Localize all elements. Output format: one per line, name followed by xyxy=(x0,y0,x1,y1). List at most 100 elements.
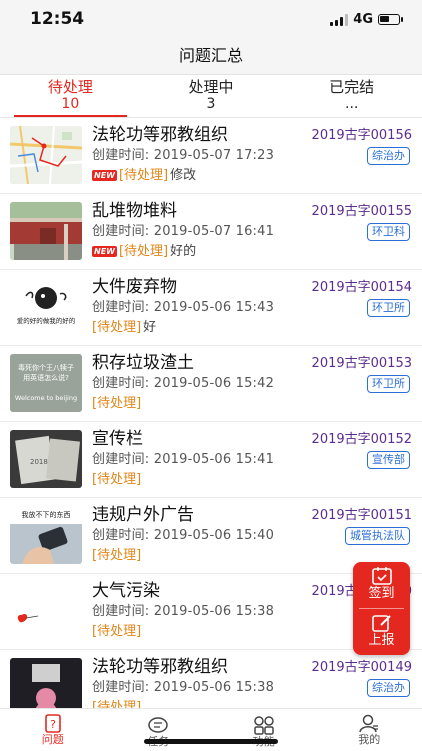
created-time: 创建时间: 2019-05-07 16:41 xyxy=(92,223,274,240)
created-label: 创建时间: xyxy=(92,680,149,695)
status-bar: 12:54 4G xyxy=(0,0,422,38)
created-value: 2019-05-07 16:41 xyxy=(154,224,274,239)
sign-in-button[interactable]: 签到 xyxy=(353,562,410,608)
tab-completed-count: ... xyxy=(281,96,422,113)
person-icon xyxy=(359,714,379,733)
nav-bar: 问题汇总 xyxy=(0,38,422,75)
list-item[interactable]: 法轮功等邪教组织 2019古字00149 创建时间: 2019-05-06 15… xyxy=(0,650,422,708)
created-value: 2019-05-07 17:23 xyxy=(154,148,274,163)
tab-in-progress-label: 处理中 xyxy=(141,78,282,96)
dept-badge: 环卫所 xyxy=(367,299,410,317)
status-indicators: 4G xyxy=(330,12,400,27)
thumbnail-text: 爱的好的做我的好的 xyxy=(17,316,76,325)
issue-code: 2019古字00152 xyxy=(312,431,412,448)
issue-thumbnail xyxy=(10,658,82,708)
issue-thumbnail: 我放不下的东西 xyxy=(10,506,82,564)
issue-title: 乱堆物堆料 xyxy=(92,200,177,222)
issue-code: 2019古字00149 xyxy=(312,659,412,676)
created-time: 创建时间: 2019-05-06 15:40 xyxy=(92,527,274,544)
nav-item-me[interactable]: 我的 xyxy=(317,709,422,751)
status-tag: [待处理] xyxy=(92,547,141,564)
tab-in-progress[interactable]: 处理中 3 xyxy=(141,75,282,117)
tab-pending-label: 待处理 xyxy=(0,78,141,96)
status-note: 好的 xyxy=(170,243,196,260)
task-chat-icon xyxy=(147,716,169,735)
bottom-nav: ? 问题 任务 功能 我的 xyxy=(0,708,422,751)
nav-item-tasks[interactable]: 任务 xyxy=(106,709,212,751)
issue-title: 大件废弃物 xyxy=(92,276,177,298)
created-time: 创建时间: 2019-05-06 15:43 xyxy=(92,299,274,316)
created-label: 创建时间: xyxy=(92,528,149,543)
issue-code: 2019古字00151 xyxy=(312,507,412,524)
dept-badge: 环卫科 xyxy=(367,223,410,241)
status-tag: [待处理] xyxy=(92,623,141,640)
dept-badge: 环卫所 xyxy=(367,375,410,393)
tab-pending-count: 10 xyxy=(0,96,141,113)
issue-thumbnail: 爱的好的做我的好的 xyxy=(10,278,82,336)
thumbnail-text: 2018 xyxy=(30,458,48,466)
list-item[interactable]: 乱堆物堆料 2019古字00155 创建时间: 2019-05-07 16:41… xyxy=(0,194,422,270)
issue-status: [待处理] xyxy=(92,547,141,564)
list-item[interactable]: 法轮功等邪教组织 2019古字00156 创建时间: 2019-05-07 17… xyxy=(0,118,422,194)
status-tag: [待处理] xyxy=(92,395,141,412)
issue-title: 法轮功等邪教组织 xyxy=(92,656,228,678)
issue-title: 法轮功等邪教组织 xyxy=(92,124,228,146)
issue-thumbnail xyxy=(10,582,82,640)
created-label: 创建时间: xyxy=(92,224,149,239)
issue-thumbnail xyxy=(10,202,82,260)
network-type: 4G xyxy=(353,12,373,27)
list-item[interactable]: 2018 宣传栏 2019古字00152 创建时间: 2019-05-06 15… xyxy=(0,422,422,498)
thumbnail-text: 毒死你个王八犊子 xyxy=(18,363,74,372)
thumbnail-text: Welcome to beijing xyxy=(15,394,77,402)
created-time: 创建时间: 2019-05-06 15:38 xyxy=(92,679,274,696)
issue-status: [待处理] xyxy=(92,623,141,640)
nav-item-issues[interactable]: ? 问题 xyxy=(0,709,106,751)
status-note: 好 xyxy=(143,319,156,336)
tab-completed[interactable]: 已完结 ... xyxy=(281,75,422,117)
status-time: 12:54 xyxy=(30,9,84,29)
page-title: 问题汇总 xyxy=(179,46,243,65)
tab-active-indicator xyxy=(14,115,127,117)
nav-item-functions[interactable]: 功能 xyxy=(211,709,317,751)
thumbnail-text: 用英语怎么说? xyxy=(23,373,69,382)
created-label: 创建时间: xyxy=(92,148,149,163)
dept-badge: 综治办 xyxy=(367,679,410,697)
tab-completed-label: 已完结 xyxy=(281,78,422,96)
dept-badge: 城管执法队 xyxy=(345,527,410,545)
created-label: 创建时间: xyxy=(92,376,149,391)
dept-badge: 综治办 xyxy=(367,147,410,165)
created-value: 2019-05-06 15:43 xyxy=(154,300,274,315)
created-time: 创建时间: 2019-05-06 15:42 xyxy=(92,375,274,392)
report-label: 上报 xyxy=(353,633,410,649)
home-indicator xyxy=(144,739,278,744)
created-value: 2019-05-06 15:40 xyxy=(154,528,274,543)
floating-action-panel: 签到 上报 xyxy=(353,562,410,655)
issue-code: 2019古字00155 xyxy=(312,203,412,220)
report-button[interactable]: 上报 xyxy=(353,609,410,655)
created-time: 创建时间: 2019-05-06 15:41 xyxy=(92,451,274,468)
list-item[interactable]: 毒死你个王八犊子 用英语怎么说? Welcome to beijing 积存垃圾… xyxy=(0,346,422,422)
created-label: 创建时间: xyxy=(92,300,149,315)
new-badge: NEW xyxy=(92,246,117,257)
edit-icon xyxy=(371,613,393,633)
list-item[interactable]: 爱的好的做我的好的 大件废弃物 2019古字00154 创建时间: 2019-0… xyxy=(0,270,422,346)
issue-code: 2019古字00154 xyxy=(312,279,412,296)
issue-status: [待处理] xyxy=(92,395,141,412)
created-label: 创建时间: xyxy=(92,604,149,619)
issue-status: NEW [待处理] 好的 xyxy=(92,243,196,260)
issue-title: 宣传栏 xyxy=(92,428,143,450)
issue-thumbnail: 2018 xyxy=(10,430,82,488)
tab-pending[interactable]: 待处理 10 xyxy=(0,75,141,117)
issue-thumbnail: 毒死你个王八犊子 用英语怎么说? Welcome to beijing xyxy=(10,354,82,412)
created-time: 创建时间: 2019-05-07 17:23 xyxy=(92,147,274,164)
sign-in-label: 签到 xyxy=(353,586,410,602)
thumbnail-text: 我放不下的东西 xyxy=(22,510,71,519)
nav-label-issues: 问题 xyxy=(0,733,106,747)
status-note: 修改 xyxy=(170,167,196,184)
status-tag: [待处理] xyxy=(92,699,141,708)
status-tabs: 待处理 10 处理中 3 已完结 ... xyxy=(0,75,422,118)
issue-code: 2019古字00156 xyxy=(312,127,412,144)
signal-icon xyxy=(330,14,348,26)
status-tag: [待处理] xyxy=(119,243,168,260)
issue-title: 违规户外广告 xyxy=(92,504,194,526)
